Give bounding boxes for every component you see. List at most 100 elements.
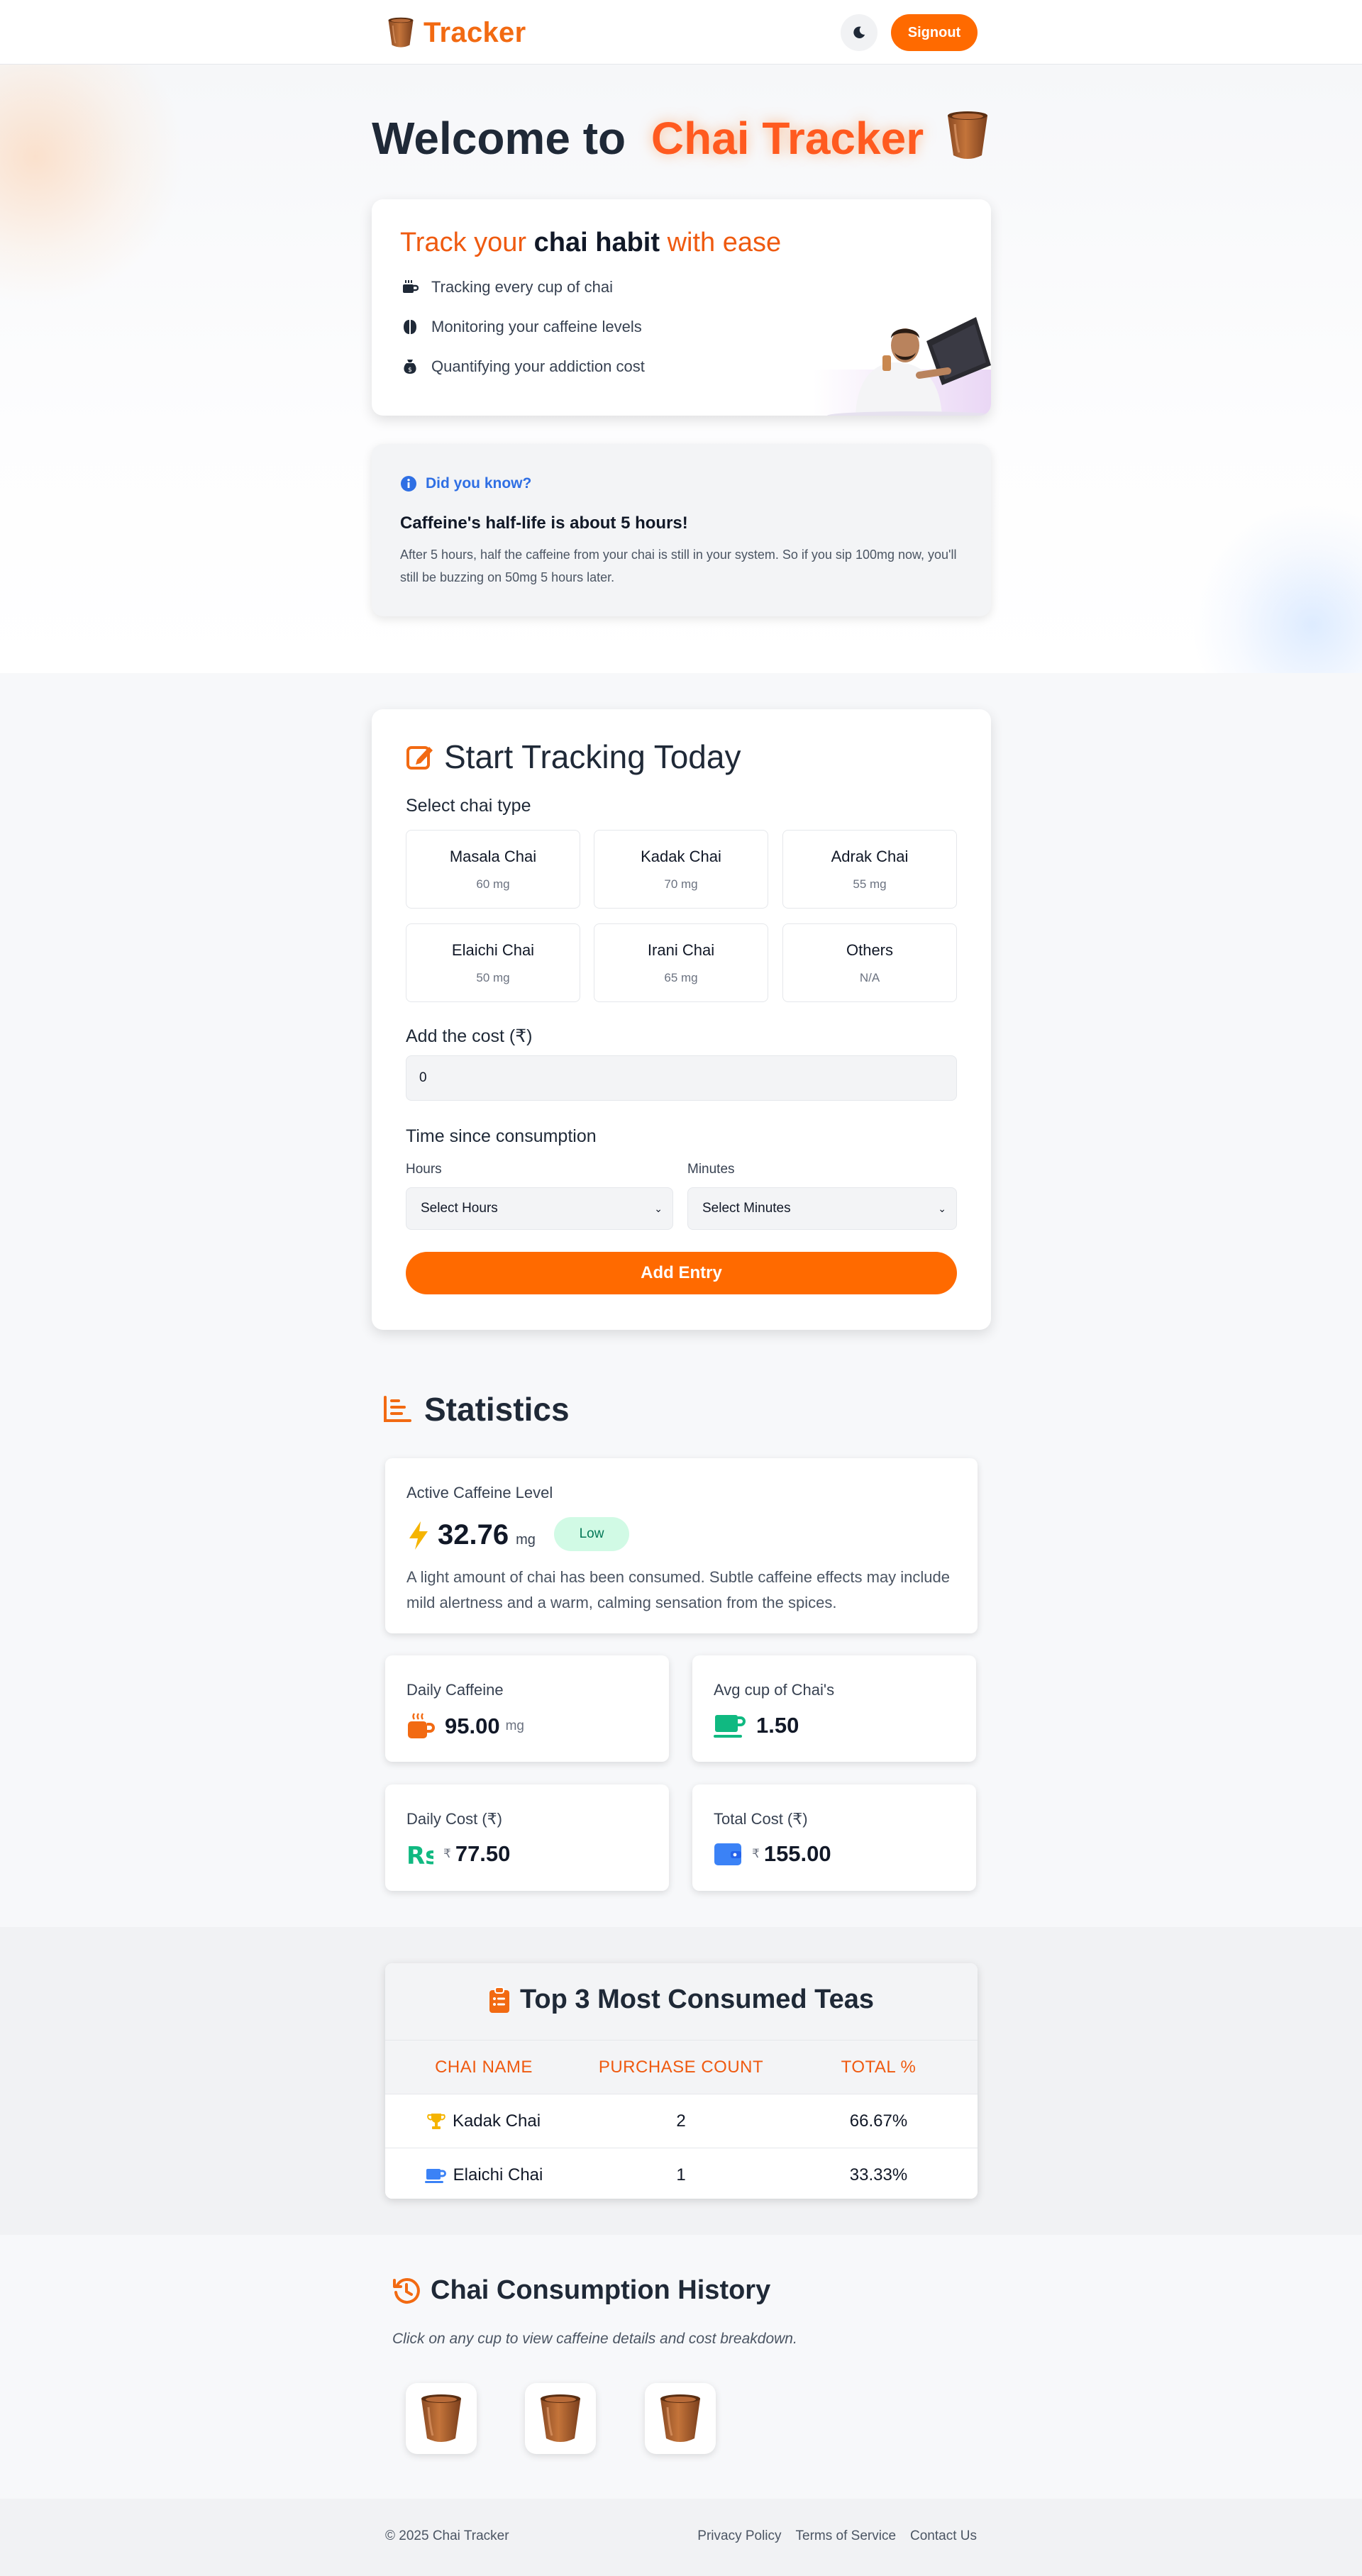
total-percent: 66.67% bbox=[849, 2111, 908, 2131]
lightning-icon bbox=[409, 1521, 428, 1550]
chai-option-adrak[interactable]: Adrak Chai 55 mg bbox=[782, 830, 957, 909]
statistics-title: Statistics bbox=[383, 1390, 570, 1428]
chai-option-caffeine: 60 mg bbox=[476, 877, 510, 891]
chai-option-caffeine: 50 mg bbox=[476, 971, 510, 984]
avg-cup-value: 1.50 bbox=[714, 1712, 799, 1739]
privacy-policy-link[interactable]: Privacy Policy bbox=[697, 2528, 781, 2544]
statistics-title-text: Statistics bbox=[424, 1391, 570, 1428]
mug-icon bbox=[424, 2169, 446, 2183]
fact-header: Did you know? bbox=[400, 475, 531, 492]
active-caffeine-label: Active Caffeine Level bbox=[406, 1484, 553, 1501]
mug-hot-icon bbox=[408, 1713, 435, 1738]
mug-icon bbox=[714, 1715, 746, 1738]
chai-option-caffeine: 65 mg bbox=[664, 971, 698, 984]
hours-select[interactable]: Select Hours ⌄ bbox=[406, 1187, 673, 1230]
kulhad-cup-icon bbox=[945, 109, 990, 162]
theme-toggle-button[interactable] bbox=[841, 14, 877, 51]
money-bag-icon: $ bbox=[400, 357, 420, 377]
top-teas-title-text: Top 3 Most Consumed Teas bbox=[520, 1984, 874, 2014]
chevron-down-icon: ⌄ bbox=[938, 1203, 946, 1214]
feature-label: Tracking every cup of chai bbox=[431, 278, 613, 296]
history-cup-button[interactable] bbox=[525, 2383, 596, 2454]
chai-option-name: Others bbox=[846, 941, 894, 959]
daily-cost-card: Daily Cost (₹) Rs ₹ 77.50 bbox=[385, 1784, 669, 1891]
table-row: Elaichi Chai 1 33.33% bbox=[385, 2148, 978, 2199]
feature-heading-bold: chai habit bbox=[533, 228, 660, 257]
chai-option-caffeine: N/A bbox=[859, 971, 880, 984]
hero-title-prefix: Welcome to bbox=[372, 113, 626, 164]
active-caffeine-number: 32.76 bbox=[438, 1519, 509, 1550]
history-subtitle: Click on any cup to view caffeine detail… bbox=[392, 2331, 797, 2347]
clipboard-list-icon bbox=[489, 1986, 509, 2013]
top-teas-header: Top 3 Most Consumed Teas bbox=[385, 1963, 978, 2040]
history-icon bbox=[393, 2277, 420, 2304]
history-cup-button[interactable] bbox=[406, 2383, 477, 2454]
chai-type-label: Select chai type bbox=[406, 796, 531, 816]
chai-option-irani[interactable]: Irani Chai 65 mg bbox=[594, 923, 768, 1002]
add-entry-button[interactable]: Add Entry bbox=[406, 1252, 957, 1294]
currency-symbol: ₹ bbox=[752, 1847, 760, 1860]
time-label: Time since consumption bbox=[406, 1126, 597, 1146]
chai-option-caffeine: 55 mg bbox=[853, 877, 887, 891]
edit-icon bbox=[406, 746, 433, 770]
hero-title: Welcome to Chai Tracker bbox=[0, 109, 1362, 165]
feature-heading-part: with ease bbox=[667, 228, 782, 257]
fact-body: After 5 hours, half the caffeine from yo… bbox=[400, 548, 957, 584]
daily-cost-value: Rs ₹ 77.50 bbox=[406, 1841, 510, 1867]
feature-label: Monitoring your caffeine levels bbox=[431, 318, 642, 335]
terms-of-service-link[interactable]: Terms of Service bbox=[796, 2528, 896, 2544]
chai-option-name: Irani Chai bbox=[647, 941, 715, 959]
chai-option-masala[interactable]: Masala Chai 60 mg bbox=[406, 830, 580, 909]
total-cost-label: Total Cost (₹) bbox=[714, 1810, 808, 1828]
chai-option-name: Elaichi Chai bbox=[451, 941, 535, 959]
hero-section: Welcome to Chai Tracker Track your chai … bbox=[0, 65, 1362, 673]
chai-option-others[interactable]: Others N/A bbox=[782, 923, 957, 1002]
moon-icon bbox=[853, 26, 865, 38]
daily-cost-label: Daily Cost (₹) bbox=[406, 1810, 503, 1828]
kulhad-cup-icon bbox=[658, 2392, 703, 2445]
table-cell: Elaichi Chai bbox=[385, 2148, 582, 2199]
copyright: © 2025 Chai Tracker bbox=[385, 2528, 509, 2543]
purchase-count: 2 bbox=[676, 2111, 686, 2131]
chai-option-elaichi[interactable]: Elaichi Chai 50 mg bbox=[406, 923, 580, 1002]
brain-icon bbox=[400, 317, 420, 337]
signout-button[interactable]: Signout bbox=[891, 14, 978, 51]
feature-card: Track your chai habit with ease Tracking… bbox=[372, 199, 991, 416]
total-cost-card: Total Cost (₹) ₹ 155.00 bbox=[692, 1784, 976, 1891]
contact-us-link[interactable]: Contact Us bbox=[910, 2528, 977, 2544]
table-cell: Kadak Chai bbox=[385, 2094, 582, 2148]
cost-input[interactable]: 0 bbox=[406, 1055, 957, 1101]
hours-label: Hours bbox=[406, 1162, 442, 1177]
top-teas-card: Top 3 Most Consumed Teas CHAI NAME PURCH… bbox=[385, 1963, 978, 2199]
footer-links: Privacy Policy Terms of Service Contact … bbox=[697, 2528, 977, 2544]
feature-item: Monitoring your caffeine levels bbox=[400, 317, 645, 337]
daily-caffeine-number: 95.00 bbox=[445, 1714, 500, 1738]
top-teas-title: Top 3 Most Consumed Teas bbox=[385, 1984, 978, 2015]
history-cup-button[interactable] bbox=[645, 2383, 716, 2454]
tracking-title-text: Start Tracking Today bbox=[444, 738, 741, 775]
active-caffeine-card: Active Caffeine Level 32.76 mg Low A lig… bbox=[385, 1458, 978, 1633]
avg-cup-card: Avg cup of Chai's 1.50 bbox=[692, 1655, 976, 1762]
feature-list: Tracking every cup of chai Monitoring yo… bbox=[400, 277, 645, 396]
info-icon bbox=[401, 476, 416, 492]
feature-label: Quantifying your addiction cost bbox=[431, 357, 645, 375]
tea-name: Elaichi Chai bbox=[453, 2165, 543, 2184]
brand[interactable]: Tracker bbox=[387, 14, 526, 51]
cost-label: Add the cost (₹) bbox=[406, 1026, 533, 1046]
total-cost-number: 155.00 bbox=[763, 1841, 831, 1866]
minutes-select[interactable]: Select Minutes ⌄ bbox=[687, 1187, 957, 1230]
navbar: Tracker Signout bbox=[0, 0, 1362, 65]
status-badge: Low bbox=[554, 1517, 629, 1551]
svg-text:Rs: Rs bbox=[406, 1842, 433, 1867]
feature-item: Tracking every cup of chai bbox=[400, 277, 645, 297]
chai-option-kadak[interactable]: Kadak Chai 70 mg bbox=[594, 830, 768, 909]
chai-option-caffeine: 70 mg bbox=[664, 877, 698, 891]
history-title: Chai Consumption History bbox=[392, 2275, 770, 2306]
tea-name: Kadak Chai bbox=[452, 2111, 541, 2131]
daily-caffeine-card: Daily Caffeine 95.00 mg bbox=[385, 1655, 669, 1762]
table-row: Kadak Chai 2 66.67% bbox=[385, 2094, 978, 2148]
column-header: TOTAL % bbox=[841, 2058, 917, 2077]
daily-caffeine-unit: mg bbox=[505, 1719, 524, 1733]
bar-chart-icon bbox=[384, 1396, 411, 1422]
kulhad-cup-icon bbox=[387, 16, 415, 50]
